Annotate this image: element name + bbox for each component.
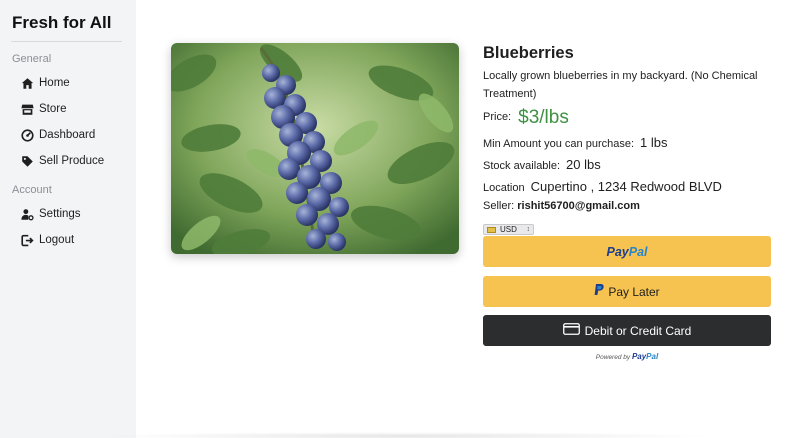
currency-value: USD [500,225,517,234]
powered-by-label: Powered by [595,354,631,361]
credit-card-icon [562,322,580,340]
currency-flag-icon [487,226,496,233]
price-row: Price: $3/lbs [483,104,569,128]
seller-label: Seller: [483,200,515,212]
pay-later-button[interactable]: Pay Later [483,276,771,307]
sidebar-item-store[interactable]: Store [21,100,67,118]
sidebar-item-settings[interactable]: Settings [21,205,81,223]
sidebar-item-label: Sell Produce [39,155,105,167]
price-value: $3/lbs [518,107,569,128]
min-amount-row: Min Amount you can purchase: 1 lbs [483,135,668,150]
sidebar-item-label: Home [39,77,70,89]
sidebar-item-label: Dashboard [39,129,96,141]
min-amount-value: 1 lbs [640,135,668,150]
sidebar-item-home[interactable]: Home [21,74,70,92]
stock-label: Stock available: [483,160,561,172]
sidebar-item-label: Store [39,103,67,115]
section-label-account: Account [12,184,52,196]
app-title: Fresh for All [12,13,112,32]
sidebar-divider [11,41,122,42]
price-label: Price: [483,111,512,123]
product-description: Locally grown blueberries in my backyard… [483,70,758,100]
bottom-shadow [95,432,715,438]
sidebar-item-label: Logout [39,234,75,246]
sidebar-item-sell-produce[interactable]: Sell Produce [21,152,104,170]
sidebar-item-dashboard[interactable]: Dashboard [21,126,95,144]
pay-later-label: Pay Later [608,284,660,299]
dashboard-icon [21,128,34,142]
paypal-p-icon [594,283,604,301]
sidebar-item-logout[interactable]: Logout [21,231,74,249]
card-button[interactable]: Debit or Credit Card [483,315,771,346]
user-gear-icon [21,208,34,221]
paypal-logo: PayPal [606,244,648,259]
min-amount-label: Min Amount you can purchase: [483,138,635,150]
sidebar: Fresh for All General Home Store Dashboa… [0,0,136,438]
location-value: Cupertino , 1234 Redwood BLVD [530,179,722,194]
section-label-general: General [12,53,52,65]
home-icon [21,77,34,90]
powered-by-paypal: Powered by PayPal [483,352,771,361]
product-title: Blueberries [483,44,574,62]
paypal-button[interactable]: PayPal [483,236,771,267]
select-arrows-icon: ↕ [526,226,531,233]
paypal-logo-small: PayPal [631,352,659,361]
stock-row: Stock available: 20 lbs [483,157,601,172]
location-row: Location Cupertino , 1234 Redwood BLVD [483,179,722,194]
currency-select[interactable]: USD ↕ [483,224,534,235]
store-icon [21,103,34,116]
location-label: Location [483,182,525,194]
seller-email: rishit56700@gmail.com [517,200,640,212]
product-image [171,43,459,254]
sidebar-item-label: Settings [39,208,81,220]
stock-value: 20 lbs [566,157,601,172]
card-button-label: Debit or Credit Card [584,323,692,338]
tag-icon [21,155,34,168]
seller-row: Seller: rishit56700@gmail.com [483,200,640,212]
logout-icon [21,234,34,247]
